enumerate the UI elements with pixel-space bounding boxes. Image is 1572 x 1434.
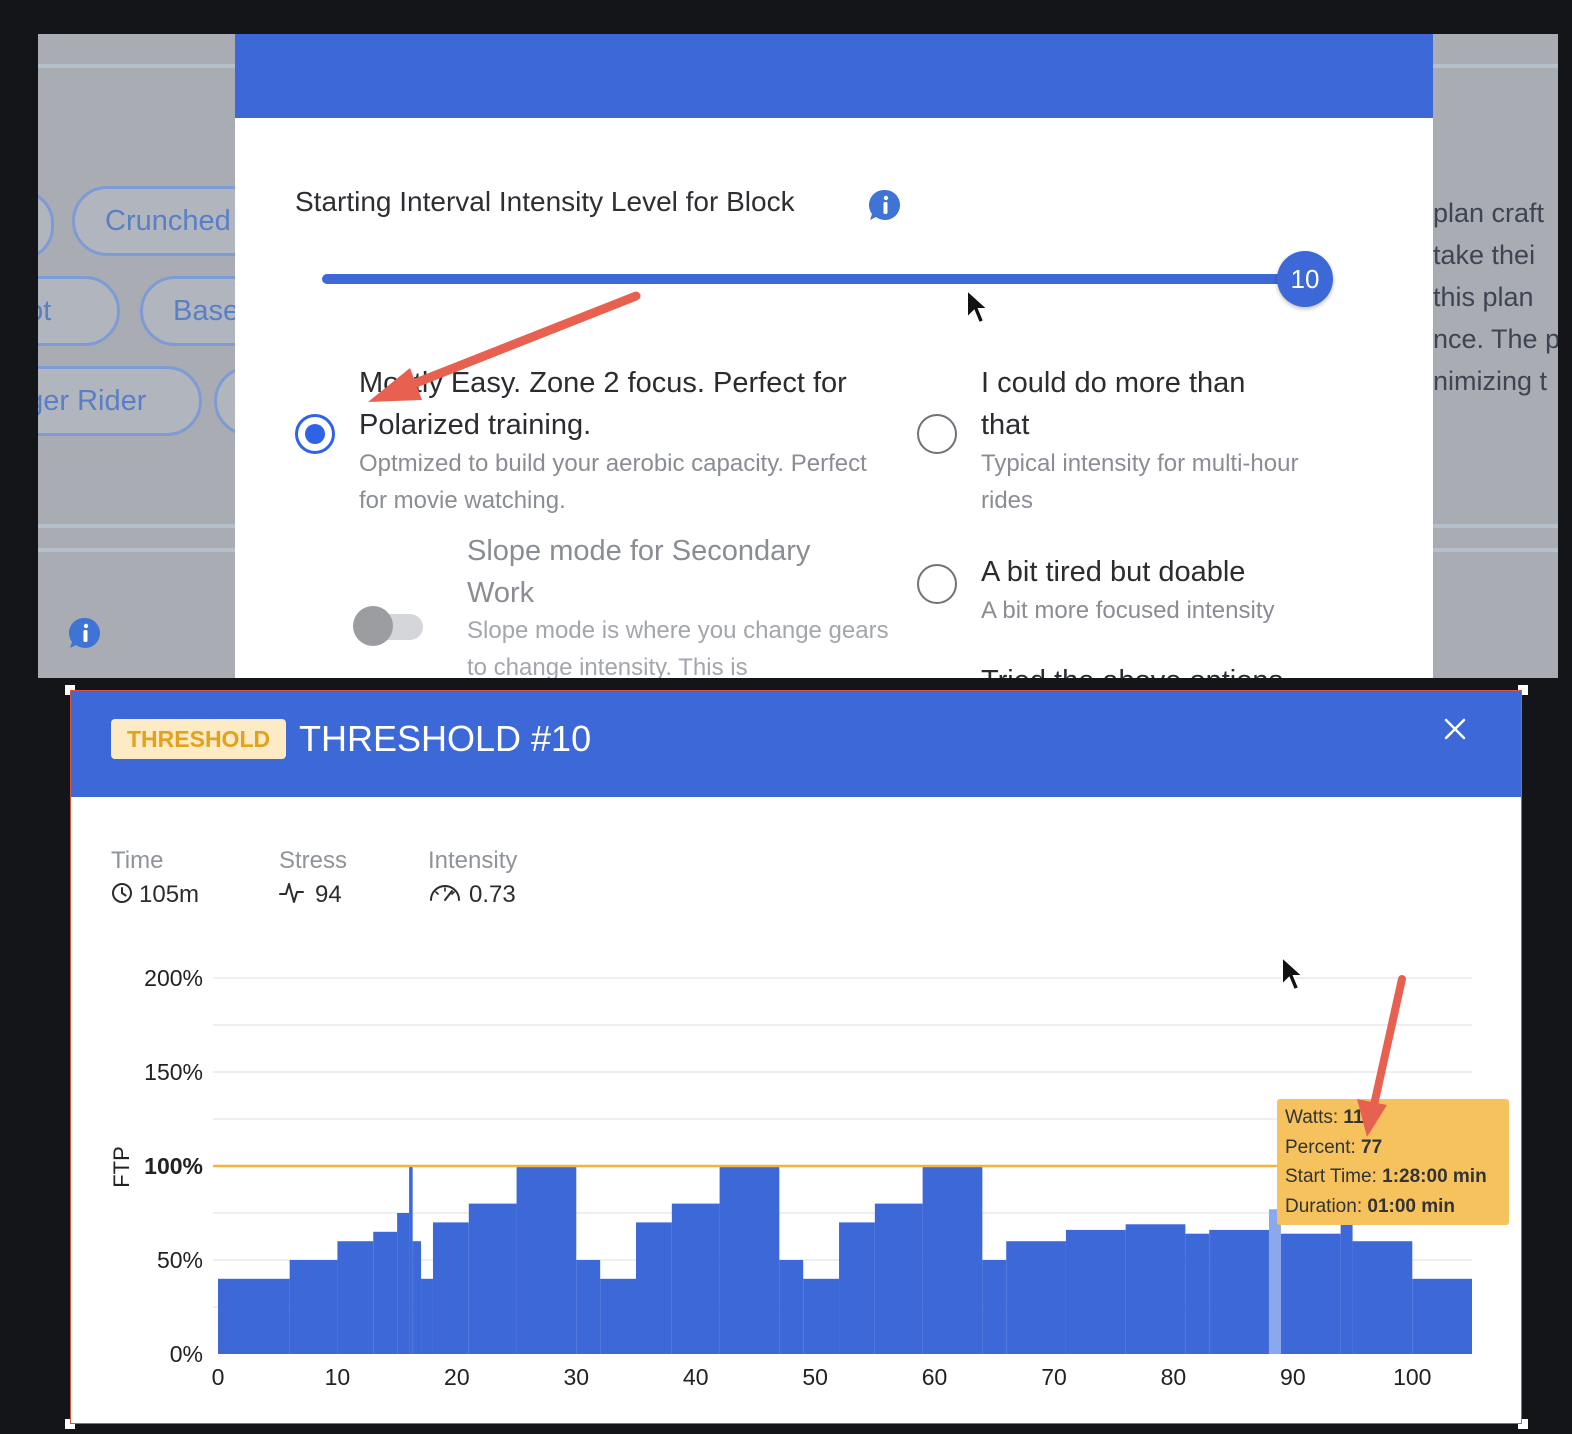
- interval-bar[interactable]: [289, 1260, 338, 1354]
- tag-pill-pot[interactable]: pot: [38, 276, 120, 346]
- x-tick-label: 30: [563, 1364, 589, 1390]
- x-tick-label: 20: [444, 1364, 470, 1390]
- y-tick-label: 50%: [157, 1247, 203, 1273]
- intensity-modal: Starting Interval Intensity Level for Bl…: [235, 34, 1433, 678]
- intensity-slider-track[interactable]: [322, 274, 1307, 284]
- stat-label-intensity: Intensity: [428, 847, 518, 874]
- interval-bar[interactable]: [1125, 1224, 1186, 1354]
- interval-bar[interactable]: [337, 1241, 374, 1354]
- modal-header: [235, 34, 1433, 118]
- x-tick-label: 40: [683, 1364, 709, 1390]
- interval-bar[interactable]: [1412, 1278, 1472, 1354]
- interval-bar[interactable]: [839, 1222, 875, 1354]
- option-title-easy: Mostly Easy. Zone 2 focus. Perfect for P…: [359, 367, 847, 441]
- interval-bar[interactable]: [412, 1241, 422, 1354]
- interval-bar[interactable]: [1280, 1233, 1341, 1354]
- slope-mode-toggle-knob[interactable]: [353, 606, 393, 646]
- option-title-more: I could do more than that: [981, 367, 1246, 441]
- interval-bar[interactable]: [373, 1231, 398, 1354]
- tooltip-duration: Duration: 01:00 min: [1285, 1195, 1456, 1217]
- interval-bar[interactable]: [1006, 1241, 1066, 1354]
- pulse-icon: [279, 883, 304, 903]
- x-tick-label: 100: [1393, 1364, 1431, 1390]
- info-icon[interactable]: [868, 188, 902, 222]
- tag-pill[interactable]: [38, 190, 54, 260]
- interval-bar[interactable]: [1065, 1229, 1126, 1354]
- option-radio-tired[interactable]: [917, 564, 957, 604]
- intensity-level-title: Starting Interval Intensity Level for Bl…: [295, 186, 795, 217]
- interval-bar[interactable]: [671, 1203, 720, 1354]
- interval-bar[interactable]: [1185, 1233, 1210, 1354]
- stat-value-stress: 94: [315, 881, 342, 908]
- interval-bar[interactable]: [576, 1260, 601, 1354]
- clock-icon: [112, 883, 132, 903]
- interval-bar[interactable]: [719, 1166, 780, 1354]
- background-text-line: nimizing t: [1433, 366, 1548, 396]
- option-desc-more: Typical intensity for multi-hour rides: [981, 450, 1299, 514]
- x-tick-label: 50: [802, 1364, 828, 1390]
- interval-bar[interactable]: [421, 1278, 433, 1354]
- intensity-slider-thumb[interactable]: 10: [1277, 251, 1333, 307]
- interval-tooltip: Watts: 11 Percent: 77 Start Time: 1:28:0…: [1277, 1099, 1509, 1225]
- speedometer-icon: [430, 885, 460, 901]
- option-desc-tired: A bit more focused intensity: [981, 597, 1275, 624]
- workout-title: THRESHOLD #10: [299, 718, 592, 759]
- stat-value-time: 105m: [139, 881, 200, 908]
- tooltip-watts: Watts: 11: [1285, 1107, 1364, 1128]
- x-tick-label: 10: [325, 1364, 351, 1390]
- slope-mode-title: Slope mode for Secondary Work: [467, 535, 811, 609]
- interval-bar[interactable]: [922, 1166, 983, 1354]
- interval-bar[interactable]: [1340, 1222, 1353, 1354]
- option-title-tired: A bit tired but doable: [981, 556, 1246, 588]
- background-text-line: plan craft: [1433, 198, 1545, 228]
- interval-bar[interactable]: [516, 1166, 577, 1354]
- workout-header: THRESHOLD THRESHOLD #10: [71, 691, 1521, 797]
- slope-mode-desc: Slope mode is where you change gears to …: [467, 617, 889, 678]
- stat-label-stress: Stress: [279, 847, 348, 874]
- option-desc-easy: Optmized to build your aerobic capacity.…: [359, 450, 867, 514]
- interval-bar[interactable]: [1352, 1241, 1413, 1354]
- mouse-cursor-icon: [1281, 955, 1306, 992]
- close-icon[interactable]: [1443, 717, 1467, 741]
- x-tick-label: 80: [1161, 1364, 1187, 1390]
- background-text-line: nce. The p: [1433, 324, 1558, 354]
- y-tick-label: 100%: [144, 1153, 203, 1179]
- y-axis-label: FTP: [109, 1146, 134, 1188]
- interval-bar[interactable]: [218, 1278, 290, 1354]
- x-tick-label: 70: [1041, 1364, 1067, 1390]
- option-radio-easy[interactable]: [295, 414, 335, 454]
- interval-bar-highlighted[interactable]: [1268, 1209, 1281, 1354]
- mouse-cursor-icon: [966, 288, 991, 325]
- background-text-line: this plan: [1433, 282, 1534, 312]
- x-tick-label: 90: [1280, 1364, 1306, 1390]
- background-text-line: take thei: [1433, 240, 1536, 270]
- stat-value-intensity: 0.73: [469, 881, 516, 908]
- option-title-tried: Tried the above options: [981, 660, 1401, 678]
- interval-bar[interactable]: [409, 1166, 413, 1354]
- interval-bar[interactable]: [432, 1222, 469, 1354]
- workout-detail-panel: THRESHOLD THRESHOLD #10 Time 105m Stress…: [70, 690, 1522, 1424]
- y-tick-label: 0%: [170, 1341, 203, 1367]
- interval-bar[interactable]: [779, 1260, 804, 1354]
- x-tick-label: 0: [212, 1364, 225, 1390]
- plan-settings-screenshot: Crunched pot Base nger Rider plan craft …: [38, 34, 1558, 678]
- interval-bar[interactable]: [636, 1222, 672, 1354]
- workout-type-badge: THRESHOLD: [111, 719, 287, 759]
- y-tick-label: 200%: [144, 965, 203, 991]
- interval-bar[interactable]: [803, 1278, 840, 1354]
- tooltip-start-time: Start Time: 1:28:00 min: [1285, 1166, 1487, 1187]
- x-tick-label: 60: [922, 1364, 948, 1390]
- y-tick-label: 150%: [144, 1059, 203, 1085]
- tag-pill-rider[interactable]: nger Rider: [38, 366, 202, 436]
- info-icon[interactable]: [68, 616, 102, 650]
- interval-bar[interactable]: [982, 1260, 1007, 1354]
- tooltip-percent: Percent: 77: [1285, 1136, 1383, 1158]
- stat-label-time: Time: [111, 847, 164, 874]
- option-radio-more[interactable]: [917, 414, 957, 454]
- interval-bar[interactable]: [468, 1203, 517, 1354]
- interval-bar[interactable]: [1209, 1229, 1269, 1354]
- interval-bar[interactable]: [397, 1213, 410, 1354]
- interval-bar[interactable]: [874, 1203, 923, 1354]
- interval-bar[interactable]: [600, 1278, 636, 1354]
